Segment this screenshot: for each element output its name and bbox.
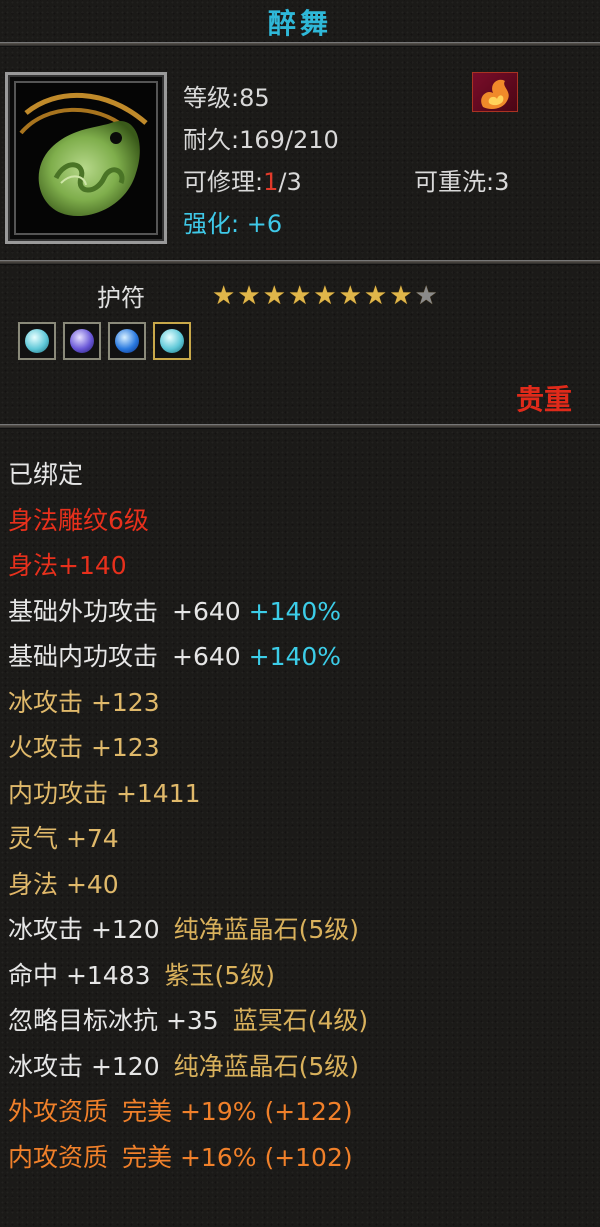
item-type: 护符 [97, 284, 145, 312]
quality-row: 外攻资质 完美 +19% (+122) [8, 1097, 353, 1126]
item-portrait [5, 72, 167, 244]
attribute-row: 冰攻击 +123 [8, 687, 160, 717]
gem-attribute-row: 冰攻击 +120 纯净蓝晶石(5级) [8, 1051, 360, 1081]
divider [0, 424, 600, 429]
gem-attribute-row: 忽略目标冰抗 +35 蓝冥石(4级) [8, 1006, 369, 1035]
gem-attribute-row: 冰攻击 +120 纯净蓝晶石(5级) [8, 915, 360, 944]
aqua-gem-icon[interactable] [153, 322, 191, 360]
fire-element-icon [472, 72, 518, 112]
item-rewash: 可重洗:3 [414, 168, 510, 196]
star-icon: ★ [313, 281, 337, 311]
divider [0, 260, 600, 265]
purple-gem-icon[interactable] [63, 322, 101, 360]
item-enhance: 强化: +6 [183, 210, 283, 238]
star-rating: ★ ★ ★ ★ ★ ★ ★ ★ ★ [212, 282, 438, 310]
attribute-row: 基础外功攻击 +640 +140% [8, 596, 342, 626]
aqua-gem-icon[interactable] [18, 322, 56, 360]
star-icon: ★ [262, 281, 286, 311]
item-repair: 可修理:1/3 [183, 168, 302, 196]
rarity-label: 贵重 [515, 383, 572, 416]
star-icon: ★ [338, 281, 362, 311]
star-empty-icon: ★ [414, 281, 438, 311]
socket-gems [18, 322, 191, 360]
engrave-bonus: 身法+140 [8, 551, 127, 580]
attribute-list: 已绑定 身法雕纹6级 身法+140 基础外功攻击 +640 +140% 基础内功攻… [8, 452, 368, 1180]
gem-attribute-row: 命中 +1483 紫玉(5级) [8, 960, 275, 990]
attribute-row: 火攻击 +123 [8, 733, 160, 762]
quality-row: 内攻资质 完美 +16% (+102) [8, 1142, 353, 1172]
jade-amulet-icon [19, 92, 148, 217]
star-icon: ★ [212, 281, 236, 311]
blue-gem-icon[interactable] [108, 322, 146, 360]
star-icon: ★ [389, 281, 413, 311]
attribute-row: 身法 +40 [8, 869, 119, 899]
attribute-row: 基础内功攻击 +640 +140% [8, 642, 342, 671]
divider [0, 42, 600, 47]
attribute-row: 灵气 +74 [8, 824, 119, 853]
item-durability: 耐久:169/210 [183, 126, 339, 154]
item-level: 等级:85 [183, 84, 270, 112]
attribute-row: 内功攻击 +1411 [8, 778, 201, 808]
bound-status: 已绑定 [8, 460, 84, 489]
engrave-line: 身法雕纹6级 [8, 505, 149, 535]
star-icon: ★ [237, 281, 261, 311]
item-name: 醉舞 [267, 7, 332, 40]
star-icon: ★ [287, 281, 312, 311]
star-icon: ★ [363, 281, 388, 311]
